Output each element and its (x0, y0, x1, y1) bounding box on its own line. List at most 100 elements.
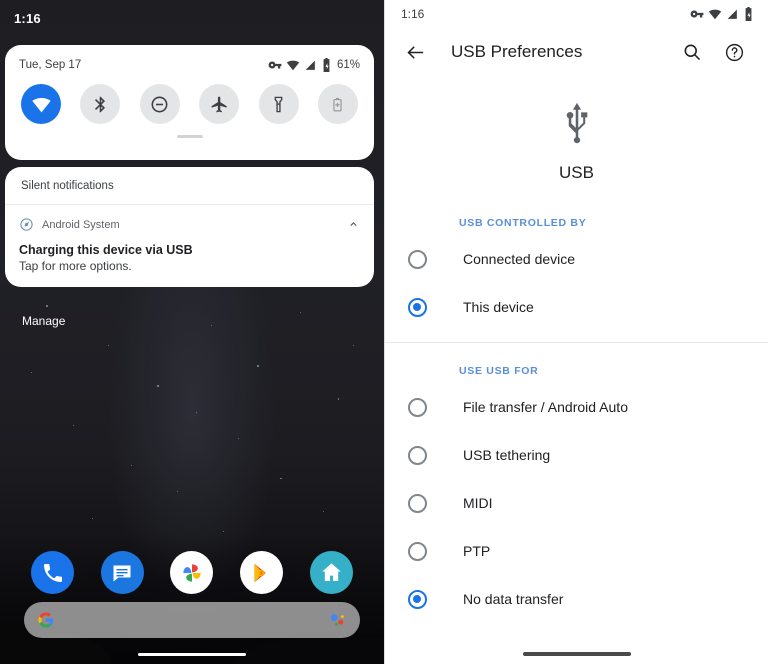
radio-row-connected-device[interactable]: Connected device (385, 235, 768, 283)
airplane-mode-tile[interactable] (199, 84, 240, 124)
wifi-tile[interactable] (21, 84, 61, 124)
radio-button[interactable] (407, 541, 427, 561)
status-clock: 1:16 (401, 7, 425, 21)
battery-saver-tile[interactable] (317, 84, 358, 124)
radio-label: This device (463, 299, 534, 315)
wifi-icon (286, 60, 300, 71)
notification-shade: Silent notifications Android System Char… (5, 167, 374, 287)
quick-settings-panel[interactable]: Tue, Sep 17 61% (5, 45, 374, 160)
right-status-bar: 1:16 (385, 0, 768, 28)
bluetooth-tile[interactable] (80, 84, 121, 124)
radio-row-file-transfer[interactable]: File transfer / Android Auto (385, 383, 768, 431)
back-button[interactable] (395, 32, 435, 72)
google-search-bar[interactable] (24, 602, 360, 638)
flashlight-icon (274, 96, 283, 112)
notification-app-row: Android System (19, 217, 360, 232)
radio-row-this-device[interactable]: This device (385, 283, 768, 331)
silent-notifications-header: Silent notifications (5, 167, 374, 205)
messages-icon (113, 565, 131, 581)
radio-button[interactable] (407, 397, 427, 417)
radio-control[interactable] (389, 589, 445, 609)
signal-icon (727, 9, 737, 19)
section-label-use-usb-for: USE USB FOR (459, 365, 539, 377)
wifi-icon (708, 9, 722, 20)
navigation-pill[interactable] (138, 653, 246, 656)
qs-battery-percent: 61% (336, 59, 360, 71)
radio-label: Connected device (463, 251, 576, 267)
home-dock (0, 551, 384, 594)
vpn-key-icon (268, 61, 282, 69)
radio-label: PTP (463, 543, 491, 559)
bluetooth-icon (94, 96, 105, 112)
do-not-disturb-tile[interactable] (139, 84, 180, 124)
google-assistant-icon (330, 614, 344, 626)
radio-control[interactable] (389, 397, 445, 417)
radio-button[interactable] (407, 297, 427, 317)
radio-row-ptp[interactable]: PTP (385, 527, 768, 575)
quick-settings-tiles (5, 72, 374, 124)
radio-control[interactable] (389, 493, 445, 513)
usb-hero: USB (385, 76, 768, 189)
usb-hero-label: USB (559, 163, 594, 182)
search-icon (684, 44, 700, 60)
left-status-bar: 1:16 (0, 0, 384, 36)
right-phone-screen: 1:16 USB Preferences USB USB CONTROLLED … (384, 0, 768, 664)
app-bar: USB Preferences (385, 28, 768, 76)
radio-control[interactable] (389, 541, 445, 561)
radio-control[interactable] (389, 445, 445, 465)
chevron-up-icon[interactable] (347, 218, 360, 231)
android-system-icon (20, 218, 33, 231)
google-g-icon (38, 612, 54, 628)
section-label-usb-controlled-by: USB CONTROLLED BY (459, 217, 587, 229)
radio-button[interactable] (407, 493, 427, 513)
help-icon (725, 43, 743, 61)
quick-settings-header: Tue, Sep 17 61% (5, 55, 374, 72)
radio-button[interactable] (407, 589, 427, 609)
qs-status-icons: 61% (268, 58, 360, 72)
manage-notifications-button[interactable]: Manage (22, 314, 65, 328)
dual-screenshot: 1:16 Tue, Sep 17 61% Silent notification… (0, 0, 768, 664)
battery-icon (745, 7, 752, 21)
vpn-key-icon (690, 10, 704, 18)
radio-control[interactable] (389, 297, 445, 317)
radio-label: USB tethering (463, 447, 551, 463)
battery-saver-icon (333, 97, 343, 111)
arrow-back-icon (407, 45, 423, 59)
do-not-disturb-icon (151, 96, 168, 112)
photos-pinwheel-icon (183, 563, 201, 582)
quick-settings-drag-handle[interactable] (176, 135, 203, 138)
notification-item[interactable]: Android System Charging this device via … (5, 205, 374, 287)
notification-title: Charging this device via USB (19, 243, 193, 257)
phone-icon (43, 563, 62, 582)
radio-row-no-data-transfer[interactable]: No data transfer (385, 575, 768, 623)
airplane-icon (211, 96, 227, 112)
radio-label: MIDI (463, 495, 493, 511)
left-phone-screen: 1:16 Tue, Sep 17 61% Silent notification… (0, 0, 384, 664)
help-button[interactable] (714, 32, 754, 72)
search-button[interactable] (672, 32, 712, 72)
radio-control[interactable] (389, 249, 445, 269)
messages-app-icon[interactable] (100, 551, 144, 594)
qs-date-label: Tue, Sep 17 (19, 59, 82, 71)
battery-icon (323, 58, 330, 72)
radio-label: File transfer / Android Auto (463, 399, 628, 415)
radio-row-midi[interactable]: MIDI (385, 479, 768, 527)
notification-subtitle: Tap for more options. (19, 259, 132, 273)
home-app-icon[interactable] (309, 551, 353, 594)
radio-row-usb-tethering[interactable]: USB tethering (385, 431, 768, 479)
notification-app-name: Android System (42, 218, 120, 231)
home-icon (322, 563, 341, 582)
radio-button[interactable] (407, 445, 427, 465)
usb-icon (566, 102, 587, 144)
radio-button[interactable] (407, 249, 427, 269)
status-bar-icons (690, 7, 754, 21)
play-store-icon (253, 563, 266, 582)
flashlight-tile[interactable] (258, 84, 299, 124)
wifi-icon (31, 97, 51, 112)
status-clock: 1:16 (14, 10, 41, 26)
play-store-app-icon[interactable] (240, 551, 284, 594)
page-title: USB Preferences (451, 42, 583, 61)
photos-app-icon[interactable] (170, 551, 214, 594)
navigation-pill[interactable] (522, 652, 631, 656)
phone-app-icon[interactable] (31, 551, 75, 594)
